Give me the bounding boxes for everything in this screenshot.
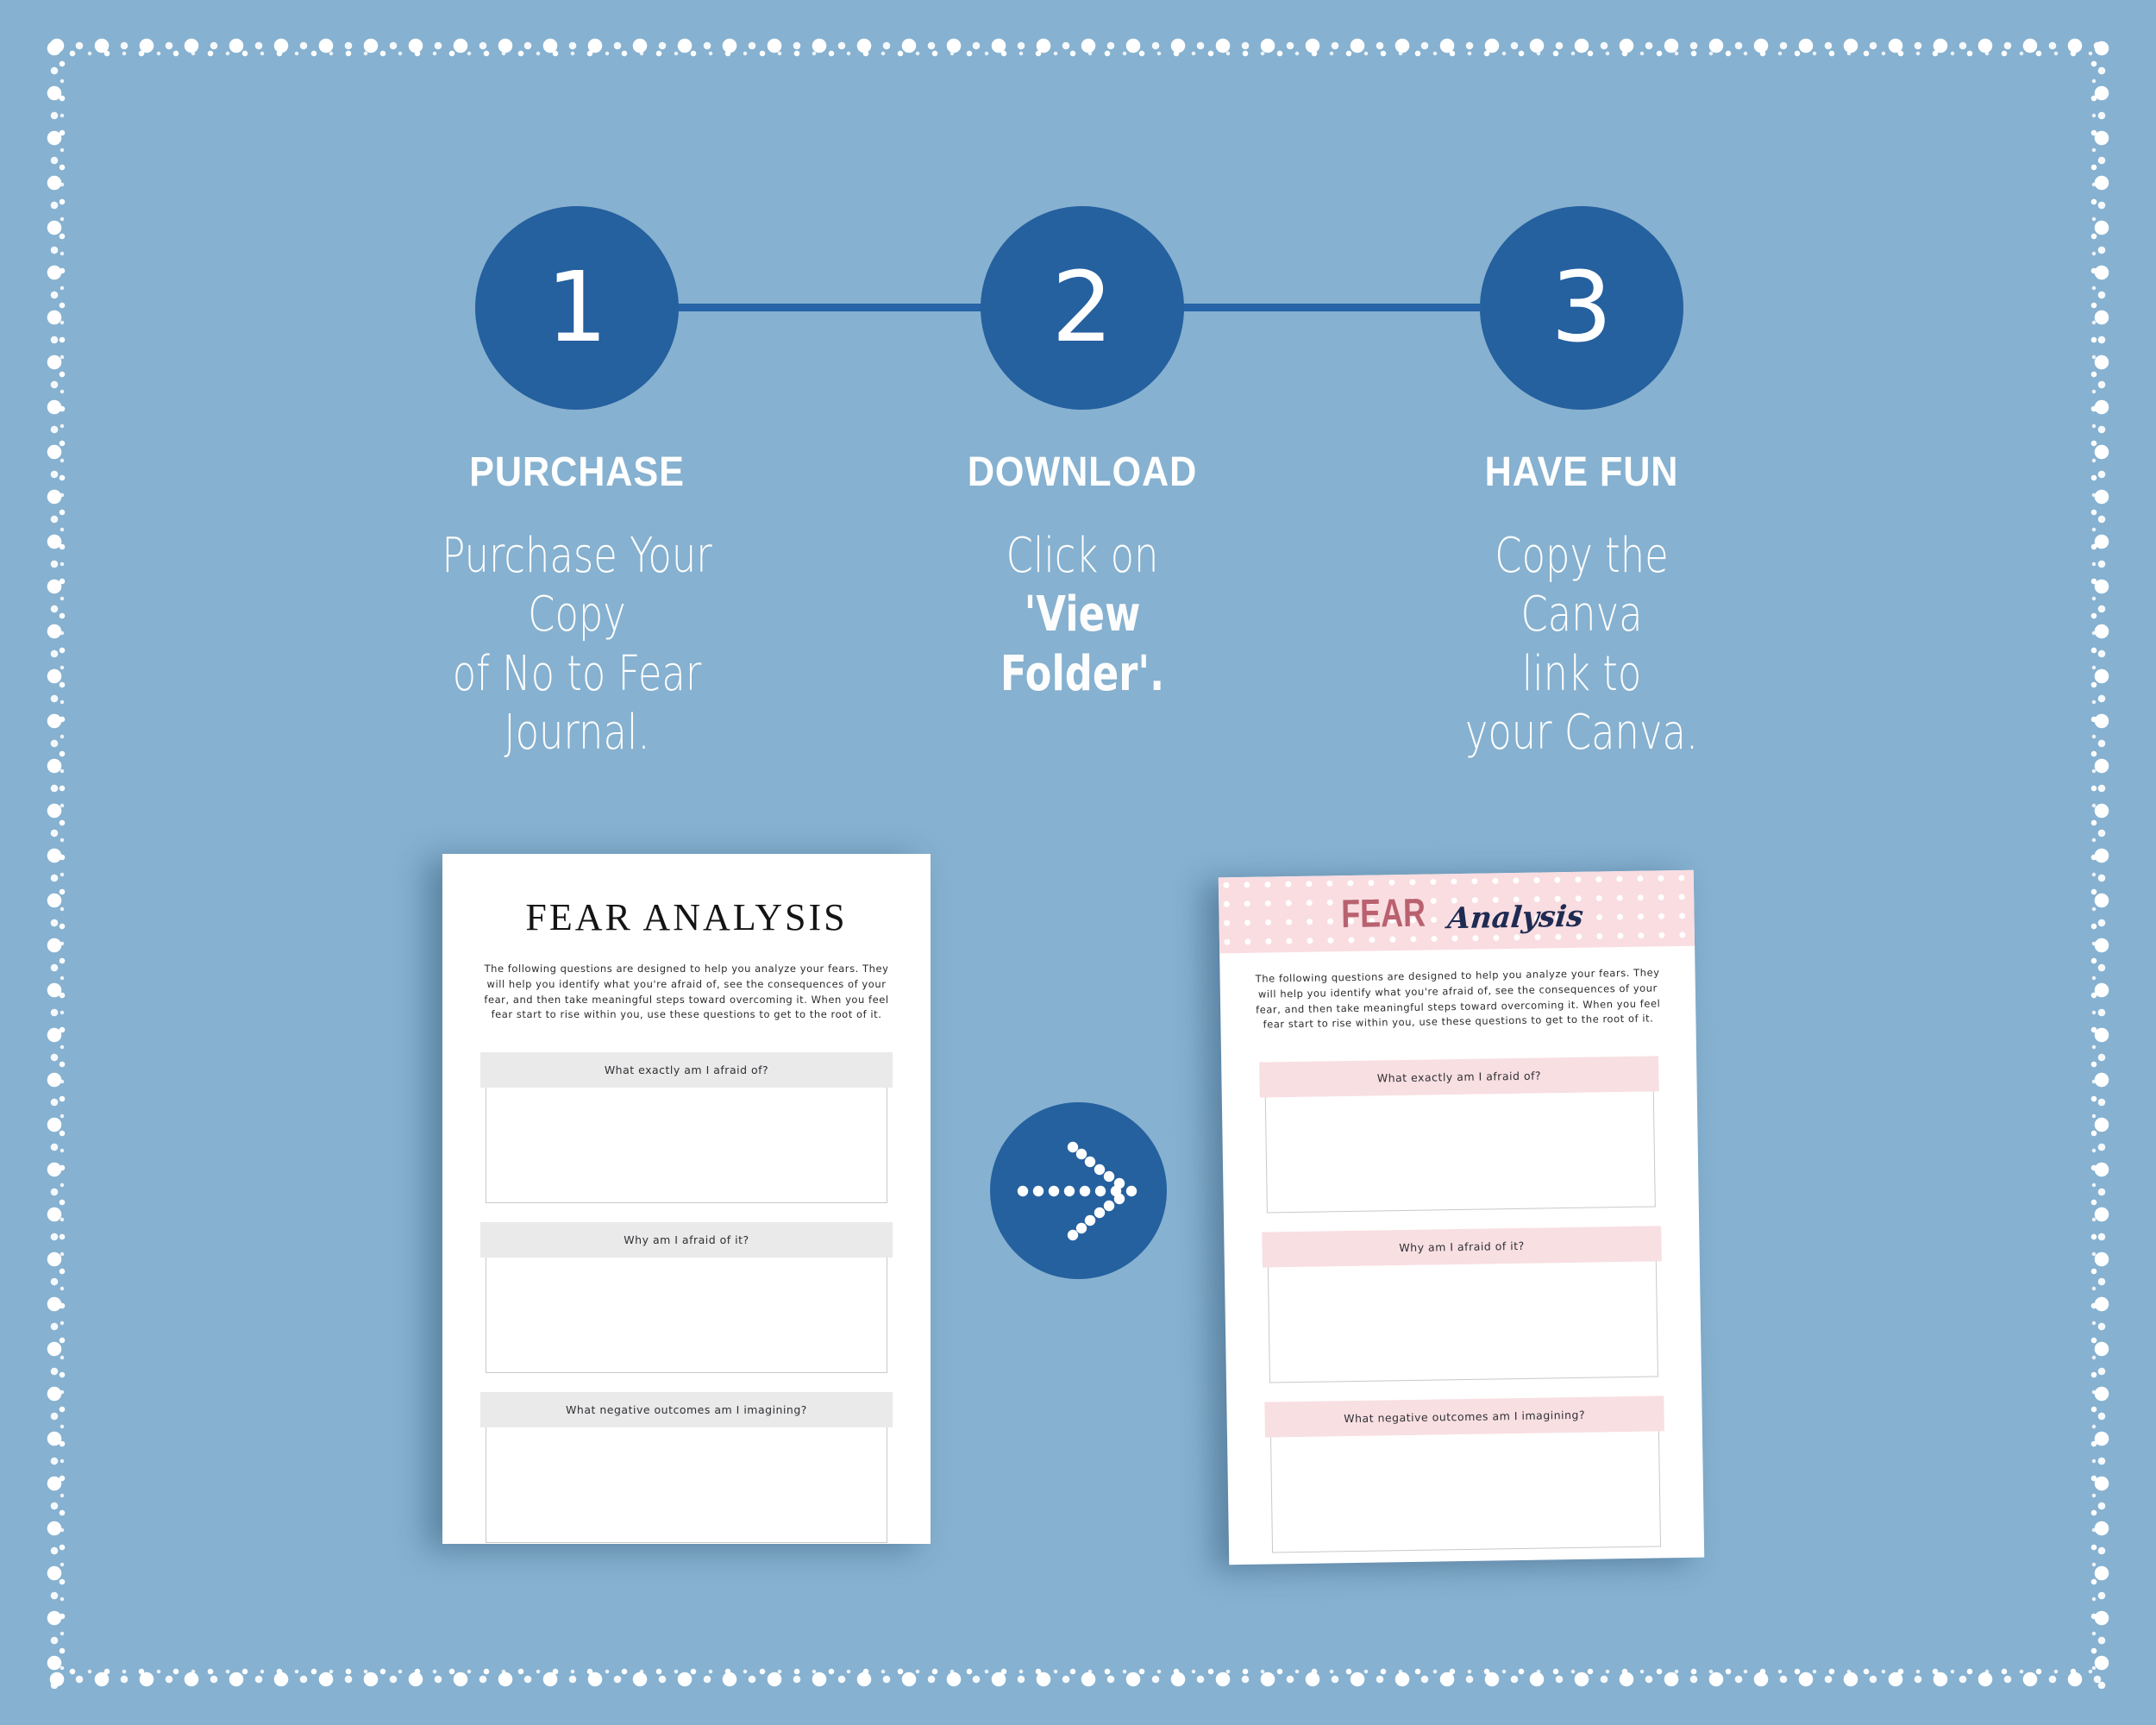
- step-number-2: 2: [1051, 252, 1113, 364]
- before-question-label-1: What exactly am I afraid of?: [480, 1052, 893, 1088]
- after-doc-header-band: FEAR Analysis: [1218, 869, 1695, 954]
- step-body-2-line-2: 'View Folder'.: [937, 586, 1227, 704]
- step-body-3-line-3: your Canva.: [1464, 704, 1699, 761]
- step-body-2-bold: 'View Folder'.: [1000, 586, 1165, 702]
- step-body-1-line-3: Journal.: [504, 704, 650, 761]
- frame-left-dots-outer: [45, 36, 64, 1689]
- transform-arrow-button[interactable]: [990, 1102, 1167, 1279]
- before-answer-box-2[interactable]: [486, 1258, 887, 1374]
- after-question-block-2: Why am I afraid of it?: [1262, 1226, 1664, 1383]
- after-question-label-1: What exactly am I afraid of?: [1259, 1056, 1659, 1098]
- after-question-label-3: What negative outcomes am I imagining?: [1264, 1396, 1664, 1438]
- step-body-3: Copy the Canva link to your Canva.: [1437, 527, 1727, 762]
- frame-bottom-dots-inner: [64, 1666, 2099, 1677]
- before-question-block-3: What negative outcomes am I imagining?: [480, 1392, 893, 1544]
- document-preview-before[interactable]: FEAR ANALYSIS The following questions ar…: [442, 854, 931, 1544]
- step-column-3: HAVE FUN Copy the Canva link to your Can…: [1401, 448, 1763, 762]
- before-doc-intro: The following questions are designed to …: [484, 963, 889, 1021]
- after-doc-intro: The following questions are designed to …: [1255, 966, 1661, 1032]
- step-body-1-line-2: of No to Fear: [452, 645, 702, 702]
- step-title-3: HAVE FUN: [1484, 449, 1679, 495]
- step-column-1: PURCHASE Purchase Your Copy of No to Fea…: [396, 448, 758, 762]
- frame-right-dots-inner: [2089, 55, 2099, 1670]
- after-doc-title-script: Analysis: [1445, 899, 1585, 937]
- frame-top-dots-inner: [64, 48, 2099, 59]
- dotted-arrow-right-icon: [1017, 1141, 1137, 1240]
- step-body-3-line-2: link to: [1521, 645, 1642, 702]
- before-question-label-3: What negative outcomes am I imagining?: [480, 1392, 893, 1428]
- step-column-2: DOWNLOAD Click on 'View Folder'.: [901, 448, 1263, 704]
- step-number-1: 1: [546, 252, 608, 364]
- after-question-block-3: What negative outcomes am I imagining?: [1264, 1396, 1666, 1553]
- step-body-2: Click on 'View Folder'.: [937, 527, 1227, 704]
- document-preview-after[interactable]: FEAR Analysis The following questions ar…: [1218, 869, 1705, 1565]
- step-body-2-line-1: Click on: [1006, 528, 1159, 584]
- step-title-2: DOWNLOAD: [967, 449, 1198, 495]
- after-answer-box-1[interactable]: [1264, 1091, 1656, 1214]
- before-answer-box-1[interactable]: [486, 1088, 887, 1204]
- before-question-label-2: Why am I afraid of it?: [480, 1222, 893, 1258]
- step-circle-1[interactable]: 1: [475, 206, 679, 410]
- step-body-1: Purchase Your Copy of No to Fear Journal…: [432, 527, 722, 762]
- after-answer-box-2[interactable]: [1267, 1261, 1658, 1383]
- step-title-1: PURCHASE: [469, 449, 685, 495]
- step-number-3: 3: [1551, 252, 1613, 364]
- frame-top-dots-outer: [45, 36, 2111, 55]
- after-question-block-1: What exactly am I afraid of?: [1259, 1056, 1661, 1214]
- before-answer-box-3[interactable]: [486, 1427, 887, 1544]
- before-doc-title: FEAR ANALYSIS: [525, 896, 848, 938]
- frame-left-dots-inner: [57, 55, 67, 1670]
- step-circle-2[interactable]: 2: [981, 206, 1184, 410]
- after-answer-box-3[interactable]: [1269, 1431, 1662, 1553]
- before-question-block-2: Why am I afraid of it?: [480, 1222, 893, 1374]
- step-body-3-line-1: Copy the Canva: [1495, 528, 1669, 643]
- step-body-1-line-1: Purchase Your Copy: [442, 528, 712, 643]
- frame-bottom-dots-outer: [45, 1670, 2111, 1689]
- connector-1-2: [674, 304, 988, 311]
- after-question-label-2: Why am I afraid of it?: [1262, 1226, 1662, 1268]
- after-doc-title-bold: FEAR: [1341, 889, 1426, 937]
- step-circle-3[interactable]: 3: [1480, 206, 1683, 410]
- frame-right-dots-outer: [2092, 36, 2111, 1689]
- connector-2-3: [1166, 304, 1480, 311]
- before-question-block-1: What exactly am I afraid of?: [480, 1052, 893, 1204]
